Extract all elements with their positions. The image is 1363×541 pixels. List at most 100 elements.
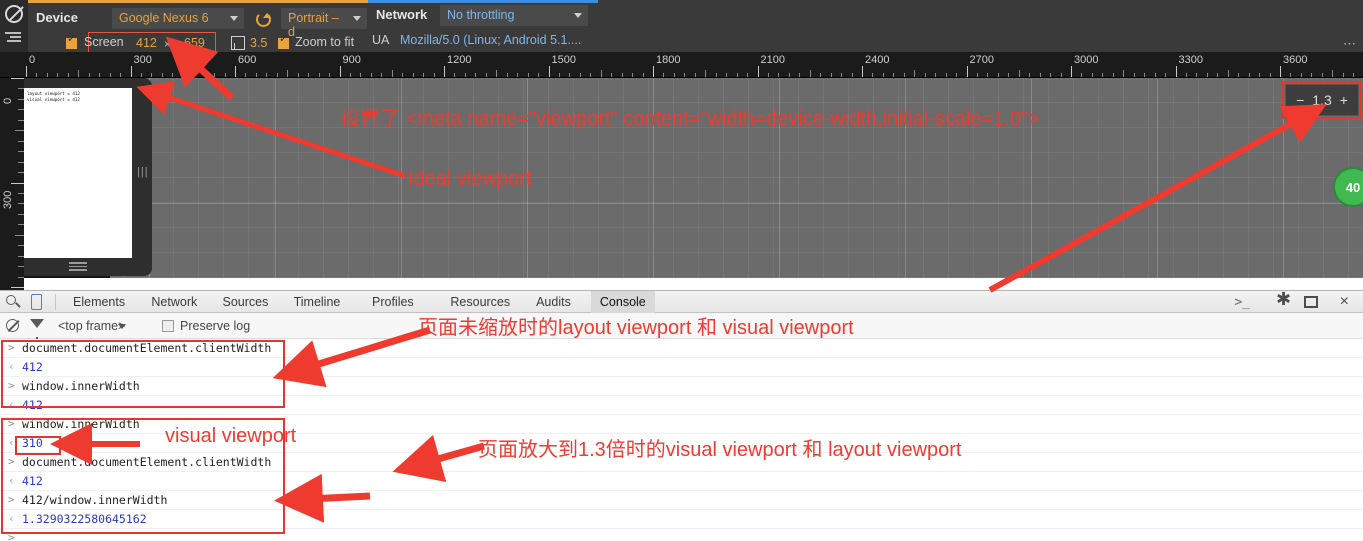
ruler-label: 1800: [656, 54, 681, 66]
funnel-icon[interactable]: [30, 319, 44, 341]
preserve-log-checkbox[interactable]: [162, 320, 174, 332]
ruler-tick: [1185, 73, 1187, 77]
ruler-tick: [903, 73, 905, 77]
chevron-down-icon: [574, 13, 582, 18]
tab-audits[interactable]: Audits: [527, 291, 580, 313]
tab-elements[interactable]: Elements: [64, 291, 134, 313]
ruler-tick: [987, 73, 989, 77]
ruler-tick: [496, 70, 498, 77]
ruler-tick: [1112, 73, 1114, 77]
dock-icon[interactable]: [1304, 296, 1318, 308]
ruler-tick: [120, 73, 122, 77]
ruler-tick: [1196, 73, 1198, 77]
rotate-refresh-icon[interactable]: [256, 12, 271, 27]
ruler-tick: [590, 73, 592, 77]
ruler-tick: [109, 73, 111, 77]
ruler-tick: [339, 66, 341, 77]
ruler-tick: [454, 73, 456, 77]
annotation-box-unzoomed: [1, 340, 285, 408]
tab-profiles[interactable]: Profiles: [363, 291, 423, 313]
ruler-tick: [569, 73, 571, 77]
device-label: Device: [36, 10, 78, 25]
ruler-tick: [1259, 73, 1261, 77]
screen-width-input[interactable]: 412: [136, 36, 157, 50]
tab-sources[interactable]: Sources: [214, 291, 278, 313]
ruler-label: 600: [238, 54, 257, 66]
ruler-tick: [935, 73, 937, 77]
ruler-tick: [715, 73, 717, 77]
ruler-tick: [1039, 73, 1041, 77]
ruler-tick: [26, 66, 27, 77]
annotation-unzoomed: 页面未缩放时的layout viewport 和 visual viewport: [418, 317, 854, 339]
search-icon[interactable]: [6, 295, 21, 310]
screen-checkbox[interactable]: [66, 34, 77, 49]
ruler-tick: [182, 70, 184, 77]
ruler-tick: [297, 73, 299, 77]
zoom-control-highlight: [1282, 81, 1362, 119]
overflow-menu-icon[interactable]: ⋯: [1343, 36, 1357, 52]
ruler-tick: [1238, 73, 1240, 77]
ruler-tick: [475, 73, 477, 77]
ruler-tick: [1353, 73, 1355, 77]
screenshot-root: Device Google Nexus 6 Portrait – d Scree…: [0, 0, 1363, 541]
chevron-down-icon[interactable]: [118, 324, 126, 329]
ruler-tick: [653, 66, 654, 77]
ruler-tick: [673, 73, 675, 77]
ruler-tick: [46, 73, 48, 77]
horizontal-ruler: 0 300 600 900 1200 1500 1800 2100 2400 2700 3000 33…: [0, 52, 1363, 78]
tabbar-divider: [55, 294, 56, 310]
ruler-label: 300: [133, 54, 152, 66]
resize-grip-icon[interactable]: |||: [137, 166, 149, 178]
ruler-tick: [1332, 70, 1334, 77]
close-icon[interactable]: ×: [1340, 293, 1349, 311]
zoom-to-fit-checkbox[interactable]: [278, 34, 289, 49]
clear-console-icon[interactable]: [6, 319, 19, 332]
dpr-icon: [231, 36, 245, 50]
ruler-tick: [1060, 73, 1062, 77]
ruler-tick: [684, 73, 686, 77]
annotation-visual-viewport: visual viewport: [165, 425, 297, 447]
network-throttling-select[interactable]: No throttling: [440, 5, 588, 26]
ruler-tick: [1311, 73, 1313, 77]
no-entry-icon[interactable]: [5, 5, 23, 23]
gear-icon[interactable]: [1276, 289, 1291, 310]
device-pixel-ratio-input[interactable]: 3.5: [250, 36, 267, 50]
ruler-tick: [747, 73, 749, 77]
ruler-tick: [485, 73, 487, 77]
ruler-tick: [370, 73, 372, 77]
ruler-tick: [757, 66, 759, 77]
ruler-tick: [851, 73, 853, 77]
ruler-tick: [862, 66, 863, 77]
ruler-tick: [820, 73, 822, 77]
ruler-tick: [600, 70, 602, 77]
ruler-tick: [140, 73, 142, 77]
stage-bottom-strip: [24, 278, 1363, 290]
ruler-tick: [799, 73, 801, 77]
ruler-label: 2700: [969, 54, 994, 66]
device-select[interactable]: Google Nexus 6: [112, 8, 244, 29]
device-screen[interactable]: layout viewport = 412 visual viewport = …: [24, 88, 132, 258]
devtools-left-rail: [0, 0, 28, 52]
tab-network[interactable]: Network: [142, 291, 206, 313]
screen-height-input[interactable]: 659: [184, 36, 205, 50]
ruler-tick: [1248, 73, 1250, 77]
ruler-tick: [308, 73, 310, 77]
ruler-tick: [15, 130, 24, 132]
tab-resources[interactable]: Resources: [441, 291, 519, 313]
console-drawer-icon[interactable]: >_: [1234, 295, 1250, 310]
menu-lines-icon[interactable]: [5, 32, 23, 44]
tab-console[interactable]: Console: [590, 291, 655, 313]
user-agent-value[interactable]: Mozilla/5.0 (Linux; Android 5.1....: [400, 33, 581, 47]
ruler-tick: [57, 73, 59, 77]
ruler-tick: [1280, 66, 1281, 77]
orientation-select[interactable]: Portrait – d: [281, 8, 367, 39]
ruler-tick: [788, 73, 790, 77]
tab-timeline[interactable]: Timeline: [285, 291, 350, 313]
ruler-tick: [1071, 66, 1072, 77]
ruler-tick: [882, 73, 884, 77]
viewport-top-dashed-edge: [110, 78, 1363, 79]
toggle-device-mode-icon[interactable]: [31, 294, 42, 310]
ruler-tick: [11, 78, 24, 79]
execution-context-value[interactable]: <top frame>: [58, 319, 125, 333]
ruler-tick: [391, 70, 393, 77]
